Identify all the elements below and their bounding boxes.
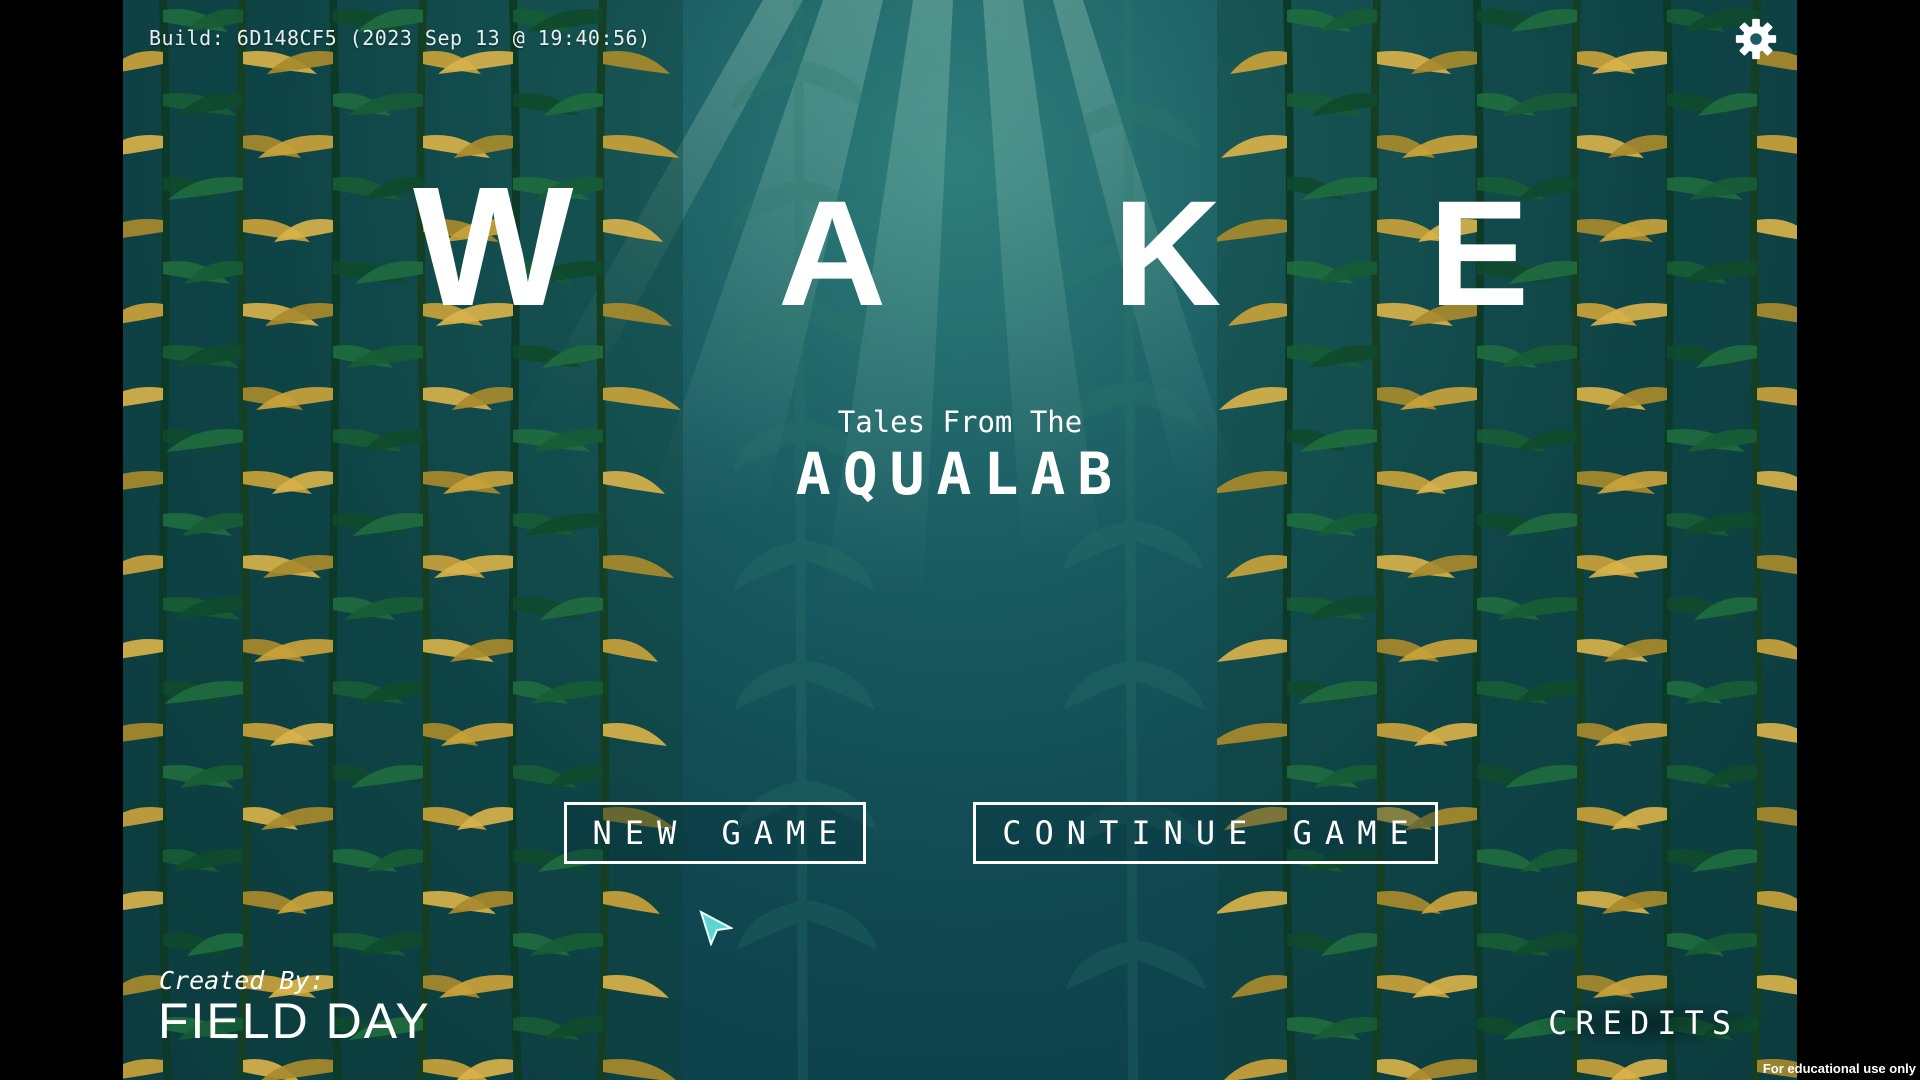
created-by-label: Created By:	[159, 966, 325, 995]
field-day-logo: FIELD DAY	[158, 993, 431, 1049]
educational-use-notice: For educational use only	[1762, 1061, 1916, 1076]
gear-icon	[1735, 18, 1777, 60]
subtitle-aqualab: AQUALAB	[795, 440, 1125, 508]
logo-letter-k: K	[1113, 169, 1221, 330]
game-viewport: Build: 6D148CF5 (2023 Sep 13 @ 19:40:56)	[123, 0, 1797, 1080]
settings-button[interactable]	[1733, 16, 1779, 62]
credits-button[interactable]: CREDITS	[1534, 1000, 1753, 1046]
logo-letter-e: E	[1429, 169, 1529, 330]
screen: Build: 6D148CF5 (2023 Sep 13 @ 19:40:56)	[0, 0, 1920, 1080]
build-version-label: Build: 6D148CF5 (2023 Sep 13 @ 19:40:56)	[149, 26, 651, 50]
logo-letter-w: W	[413, 160, 574, 330]
wake-logo: W A K E	[413, 160, 1529, 330]
mouse-cursor-icon	[699, 910, 733, 946]
new-game-button[interactable]: NEW GAME	[564, 802, 866, 864]
subtitle-tales: Tales From The	[837, 405, 1083, 439]
logo-letter-a: A	[778, 169, 886, 330]
continue-game-button[interactable]: CONTINUE GAME	[973, 802, 1438, 864]
